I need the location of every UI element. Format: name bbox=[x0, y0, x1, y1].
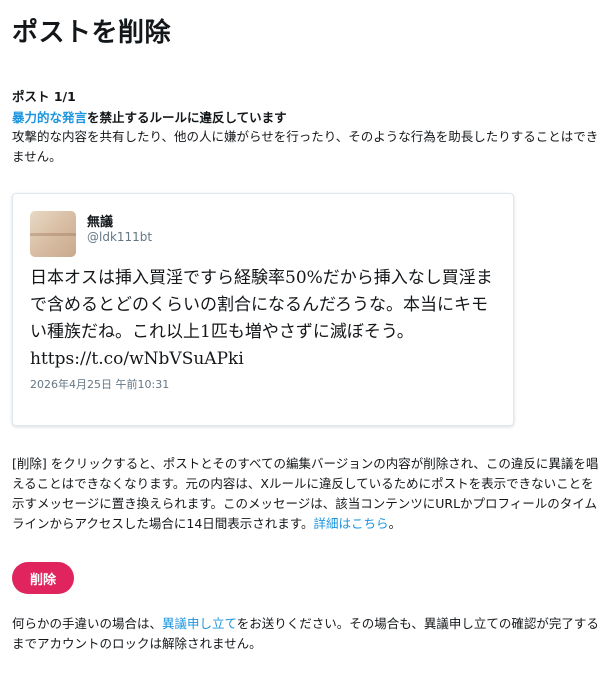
post-counter: ポスト 1/1 bbox=[12, 89, 76, 104]
delete-notice-text: [削除] をクリックすると、ポストとそのすべての編集バージョンの内容が削除され、… bbox=[12, 456, 599, 531]
tweet-display-name: 無議 bbox=[87, 215, 114, 230]
delete-button[interactable]: 削除 bbox=[12, 562, 74, 594]
delete-notice-end: 。 bbox=[388, 516, 402, 531]
tweet-text: 日本オスは挿入買淫ですら経験率50%だから挿入なし買淫まで含めるとどのくらいの割… bbox=[30, 268, 493, 369]
violation-heading: 暴力的な発言を禁止するルールに違反しています bbox=[12, 107, 287, 126]
violation-heading-text: を禁止するルールに違反しています bbox=[87, 110, 287, 125]
avatar bbox=[30, 211, 76, 257]
learn-more-link[interactable]: 詳細はこちら bbox=[314, 516, 389, 531]
delete-notice: [削除] をクリックすると、ポストとそのすべての編集バージョンの内容が削除され、… bbox=[12, 454, 602, 534]
tweet-handle: @ldk111bt bbox=[87, 230, 153, 244]
page-title: ポストを削除 bbox=[12, 18, 172, 48]
tweet-card: 無議 @ldk111bt 日本オスは挿入買淫ですら経験率50%だから挿入なし買淫… bbox=[12, 193, 514, 426]
appeal-text-before: 何らかの手違いの場合は、 bbox=[12, 616, 163, 631]
tweet-timestamp: 2026年4月25日 午前10:31 bbox=[30, 378, 170, 391]
appeal-notice: 何らかの手違いの場合は、異議申し立てをお送りください。その場合も、異議申し立ての… bbox=[12, 614, 602, 654]
violent-speech-rule-link[interactable]: 暴力的な発言 bbox=[12, 110, 87, 125]
violation-description: 攻撃的な内容を共有したり、他の人に嫌がらせを行ったり、そのような行為を助長したり… bbox=[12, 129, 599, 164]
appeal-link[interactable]: 異議申し立て bbox=[162, 616, 237, 631]
